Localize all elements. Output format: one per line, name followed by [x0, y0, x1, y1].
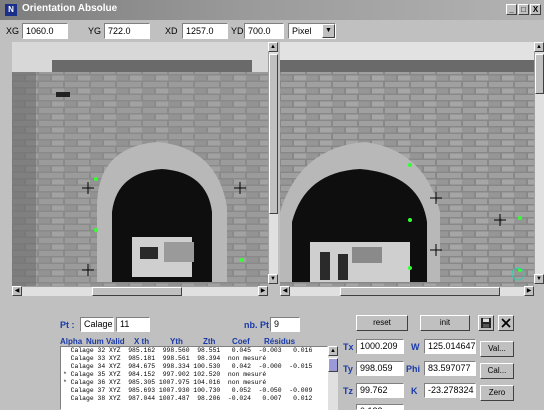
list-item[interactable]: Calage 34 XYZ 984.675 998.334 100.530 0.… [61, 363, 327, 371]
tz-field[interactable]: 99.762 [356, 383, 404, 398]
init-button[interactable]: init [420, 315, 470, 331]
scroll-down-icon[interactable]: ▼ [534, 274, 544, 284]
k-field[interactable]: -23.278324 [424, 383, 476, 398]
col-header-zth: Zth [203, 337, 216, 346]
list-item[interactable]: * Calage 36 XYZ 985.305 1007.975 104.016… [61, 379, 327, 387]
app-icon: N [5, 4, 17, 16]
orientation-window: N Orientation Absolue _ □ X XG 1060.0 YG… [0, 0, 544, 410]
col-header-residus: Résidus [264, 337, 296, 346]
ty-field[interactable]: 998.059 [356, 361, 404, 376]
col-header-alpha: Alpha [60, 337, 83, 346]
scroll-up-icon[interactable]: ▲ [534, 42, 544, 52]
yd-label: YD [231, 26, 244, 36]
yg-field[interactable]: 722.0 [104, 23, 150, 39]
tz-label: Tz [343, 386, 353, 396]
list-item[interactable]: Calage 32 XYZ 985.162 998.560 98.551 0.0… [61, 347, 327, 355]
scroll-right-icon[interactable]: ▶ [524, 286, 534, 296]
chevron-down-icon[interactable]: ▼ [322, 24, 335, 38]
zero-button[interactable]: Zero [480, 385, 514, 401]
pt-label: Pt : [60, 320, 75, 330]
unit-select-value: Pixel [292, 26, 312, 36]
coordinate-bar: XG 1060.0 YG 722.0 XD 1257.0 YD 700.0 Pi… [0, 20, 544, 42]
w-field[interactable]: 125.014647 [424, 339, 476, 354]
left-hscroll-thumb[interactable] [92, 287, 182, 296]
right-gate-photo [280, 42, 534, 296]
list-vscroll-thumb[interactable] [328, 358, 338, 372]
xd-label: XD [165, 26, 178, 36]
unit-select[interactable]: Pixel ▼ [288, 23, 336, 39]
phi-label: Phi [406, 364, 421, 374]
list-item[interactable]: * Calage 35 XYZ 984.152 997.902 102.520 … [61, 371, 327, 379]
scroll-up-icon[interactable]: ▲ [328, 346, 338, 356]
crossed-tools-icon [501, 318, 511, 328]
pt-name-field[interactable]: Calage [80, 317, 114, 332]
nb-pt-field: 9 [270, 317, 300, 332]
left-gate-photo [12, 42, 268, 296]
col-header-xth: X th [134, 337, 150, 346]
ty-label: Ty [343, 364, 353, 374]
list-vertical-scrollbar[interactable]: ▲ [328, 346, 338, 410]
right-hscroll-thumb[interactable] [340, 287, 500, 296]
scroll-up-icon[interactable]: ▲ [268, 42, 278, 52]
window-title: Orientation Absolue [22, 3, 118, 14]
col-header-coef: Coef [232, 337, 250, 346]
maximize-button[interactable]: □ [518, 4, 529, 15]
minimize-button[interactable]: _ [506, 4, 517, 15]
yg-label: YG [88, 26, 102, 36]
right-vertical-scrollbar[interactable]: ▲ ▼ [534, 42, 544, 284]
title-bar[interactable]: N Orientation Absolue _ □ X [0, 0, 544, 20]
right-vscroll-thumb[interactable] [535, 54, 544, 94]
list-item[interactable]: Calage 38 XYZ 987.044 1007.487 98.206 -0… [61, 395, 327, 403]
scroll-left-icon[interactable]: ◀ [280, 286, 290, 296]
reset-button[interactable]: reset [356, 315, 408, 331]
w-label: W [411, 342, 420, 352]
yd-field[interactable]: 700.0 [244, 23, 284, 39]
tools-button[interactable] [498, 315, 514, 331]
left-image-pane[interactable] [12, 42, 268, 296]
left-vertical-scrollbar[interactable]: ▲ ▼ [268, 42, 278, 284]
calage-list[interactable]: Calage 32 XYZ 985.162 998.560 98.551 0.0… [60, 346, 328, 410]
list-item[interactable]: Calage 37 XYZ 985.693 1007.930 100.730 0… [61, 387, 327, 395]
scroll-down-icon[interactable]: ▼ [268, 274, 278, 284]
xg-label: XG [6, 26, 20, 36]
pt-number-field[interactable]: 11 [116, 317, 150, 332]
xd-field[interactable]: 1257.0 [182, 23, 228, 39]
close-button[interactable]: X [530, 4, 541, 15]
col-header-num: Num [86, 337, 104, 346]
val-button[interactable]: Val... [480, 341, 514, 357]
tx-label: Tx [343, 342, 354, 352]
phi-field[interactable]: 83.597077 [424, 361, 476, 376]
col-header-yth: Yth [170, 337, 183, 346]
right-image-pane[interactable] [280, 42, 534, 296]
left-vscroll-thumb[interactable] [269, 54, 278, 214]
floppy-disk-icon [481, 318, 491, 328]
xg-field[interactable]: 1060.0 [22, 23, 68, 39]
scroll-right-icon[interactable]: ▶ [258, 286, 268, 296]
tx-field[interactable]: 1000.209 [356, 339, 404, 354]
col-header-valid: Valid [106, 337, 125, 346]
nb-pt-label: nb. Pt [244, 320, 269, 330]
k-label: K [411, 386, 418, 396]
right-horizontal-scrollbar[interactable]: ◀ ▶ [280, 286, 534, 296]
extra-field[interactable]: 0.123 [356, 404, 404, 410]
scroll-left-icon[interactable]: ◀ [12, 286, 22, 296]
save-button[interactable] [478, 315, 494, 331]
list-item[interactable]: Calage 33 XYZ 985.181 998.561 98.394 non… [61, 355, 327, 363]
left-horizontal-scrollbar[interactable]: ◀ ▶ [12, 286, 268, 296]
cal-button[interactable]: Cal... [480, 363, 514, 379]
